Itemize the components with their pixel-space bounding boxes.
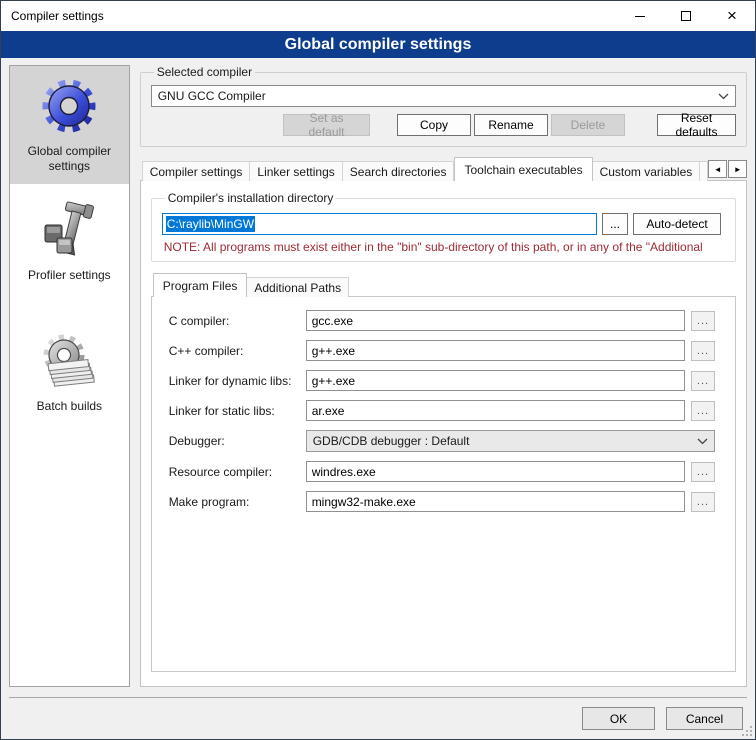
bin-subdirectory-note: NOTE: All programs must exist either in … [164,240,721,254]
program-files-notebook: Program Files Additional Paths C compile… [151,272,736,672]
toolchain-executables-page: Compiler's installation directory C:\ray… [140,180,747,687]
window-title: Compiler settings [1,9,104,23]
program-files-tabs: Program Files Additional Paths [151,272,736,296]
installation-directory-group: Compiler's installation directory C:\ray… [151,191,736,262]
dialog-footer: OK Cancel [1,697,755,739]
field-row-dynamic-linker: Linker for dynamic libs: ... [162,370,715,391]
resize-grip[interactable] [741,725,753,737]
tab-compiler-settings[interactable]: Compiler settings [142,161,251,181]
static-linker-browse-button[interactable]: ... [691,401,715,421]
footer-separator [9,697,747,698]
installation-directory-row: C:\raylib\MinGW ... Auto-detect [162,213,721,235]
cancel-button[interactable]: Cancel [666,707,743,730]
field-label: C++ compiler: [162,344,300,358]
installation-directory-input[interactable]: C:\raylib\MinGW [162,213,597,235]
set-as-default-button[interactable]: Set as default [283,114,370,136]
minimize-icon [635,16,645,17]
close-icon: × [727,6,737,26]
dynamic-linker-browse-button[interactable]: ... [691,371,715,391]
blue-gear-icon [37,74,101,138]
field-row-resource-compiler: Resource compiler: ... [162,461,715,482]
installation-directory-label: Compiler's installation directory [165,191,337,205]
tab-search-directories[interactable]: Search directories [343,161,455,181]
compiler-notebook: Compiler settings Linker settings Search… [140,156,747,687]
settings-content: Selected compiler GNU GCC Compiler Set a… [140,65,747,687]
field-row-make-program: Make program: ... [162,491,715,512]
make-program-browse-button[interactable]: ... [691,492,715,512]
debugger-select-value: GDB/CDB debugger : Default [313,434,691,448]
installation-directory-value: C:\raylib\MinGW [166,216,255,232]
chevron-down-icon [697,438,708,445]
cpp-compiler-input[interactable] [306,340,685,361]
compiler-select-value: GNU GCC Compiler [158,89,712,103]
minimize-button[interactable] [617,1,663,31]
auto-detect-button[interactable]: Auto-detect [633,213,721,235]
compiler-tabs: Compiler settings Linker settings Search… [140,156,747,180]
field-label: Debugger: [162,434,300,448]
arrow-right-icon: ► [734,165,742,174]
field-row-cpp-compiler: C++ compiler: ... [162,340,715,361]
tab-program-files[interactable]: Program Files [153,273,248,297]
copy-button[interactable]: Copy [397,114,471,136]
sidebar-item-label: Batch builds [37,399,102,414]
dialog-body: Global compiler settings [1,58,755,697]
tab-toolchain-executables[interactable]: Toolchain executables [454,157,592,181]
chevron-down-icon [718,93,729,100]
ok-button[interactable]: OK [582,707,655,730]
close-button[interactable]: × [709,1,755,31]
tab-custom-variables[interactable]: Custom variables [593,161,701,181]
field-label: Make program: [162,495,300,509]
gray-gear-stack-icon [37,329,101,393]
page-title: Global compiler settings [1,31,755,58]
field-row-static-linker: Linker for static libs: ... [162,400,715,421]
debugger-select[interactable]: GDB/CDB debugger : Default [306,430,715,452]
sidebar-item-global-compiler-settings[interactable]: Global compiler settings [10,66,129,184]
reset-defaults-button[interactable]: Reset defaults [657,114,736,136]
rename-button[interactable]: Rename [474,114,548,136]
compiler-settings-window: Compiler settings × Global compiler sett… [0,0,756,740]
c-compiler-input[interactable] [306,310,685,331]
tab-scroll-buttons: ◄ ► [708,160,747,178]
sidebar-item-label: Profiler settings [28,268,111,283]
resource-compiler-browse-button[interactable]: ... [691,462,715,482]
tab-additional-paths[interactable]: Additional Paths [247,277,349,297]
tab-scroll-right-button[interactable]: ► [728,160,747,178]
dynamic-linker-input[interactable] [306,370,685,391]
resource-compiler-input[interactable] [306,461,685,482]
field-row-c-compiler: C compiler: ... [162,310,715,331]
maximize-icon [681,11,691,21]
sidebar-item-label: Global compiler settings [14,144,125,174]
field-label: C compiler: [162,314,300,328]
selected-compiler-group-label: Selected compiler [154,65,255,79]
cpp-compiler-browse-button[interactable]: ... [691,341,715,361]
window-controls: × [617,1,755,31]
static-linker-input[interactable] [306,400,685,421]
browse-directory-button[interactable]: ... [602,213,628,235]
sidebar-item-profiler-settings[interactable]: Profiler settings [10,190,129,293]
c-compiler-browse-button[interactable]: ... [691,311,715,331]
settings-sidebar: Global compiler settings [9,65,130,687]
tab-build-options[interactable]: Build [700,161,708,181]
field-label: Resource compiler: [162,465,300,479]
make-program-input[interactable] [306,491,685,512]
titlebar: Compiler settings × [1,1,755,31]
arrow-left-icon: ◄ [714,165,722,174]
compiler-select[interactable]: GNU GCC Compiler [151,85,736,107]
maximize-button[interactable] [663,1,709,31]
program-files-page: C compiler: ... C++ compiler: ... Linker [151,296,736,672]
tab-linker-settings[interactable]: Linker settings [250,161,342,181]
sidebar-item-batch-builds[interactable]: Batch builds [10,321,129,424]
delete-button[interactable]: Delete [551,114,625,136]
compiler-actions: Set as default Copy Rename Delete Reset … [151,114,736,136]
field-label: Linker for dynamic libs: [162,374,300,388]
field-row-debugger: Debugger: GDB/CDB debugger : Default [162,430,715,452]
tab-scroll-left-button[interactable]: ◄ [708,160,727,178]
field-label: Linker for static libs: [162,404,300,418]
selected-compiler-group: Selected compiler GNU GCC Compiler Set a… [140,65,747,147]
caliper-tool-icon [37,198,101,262]
